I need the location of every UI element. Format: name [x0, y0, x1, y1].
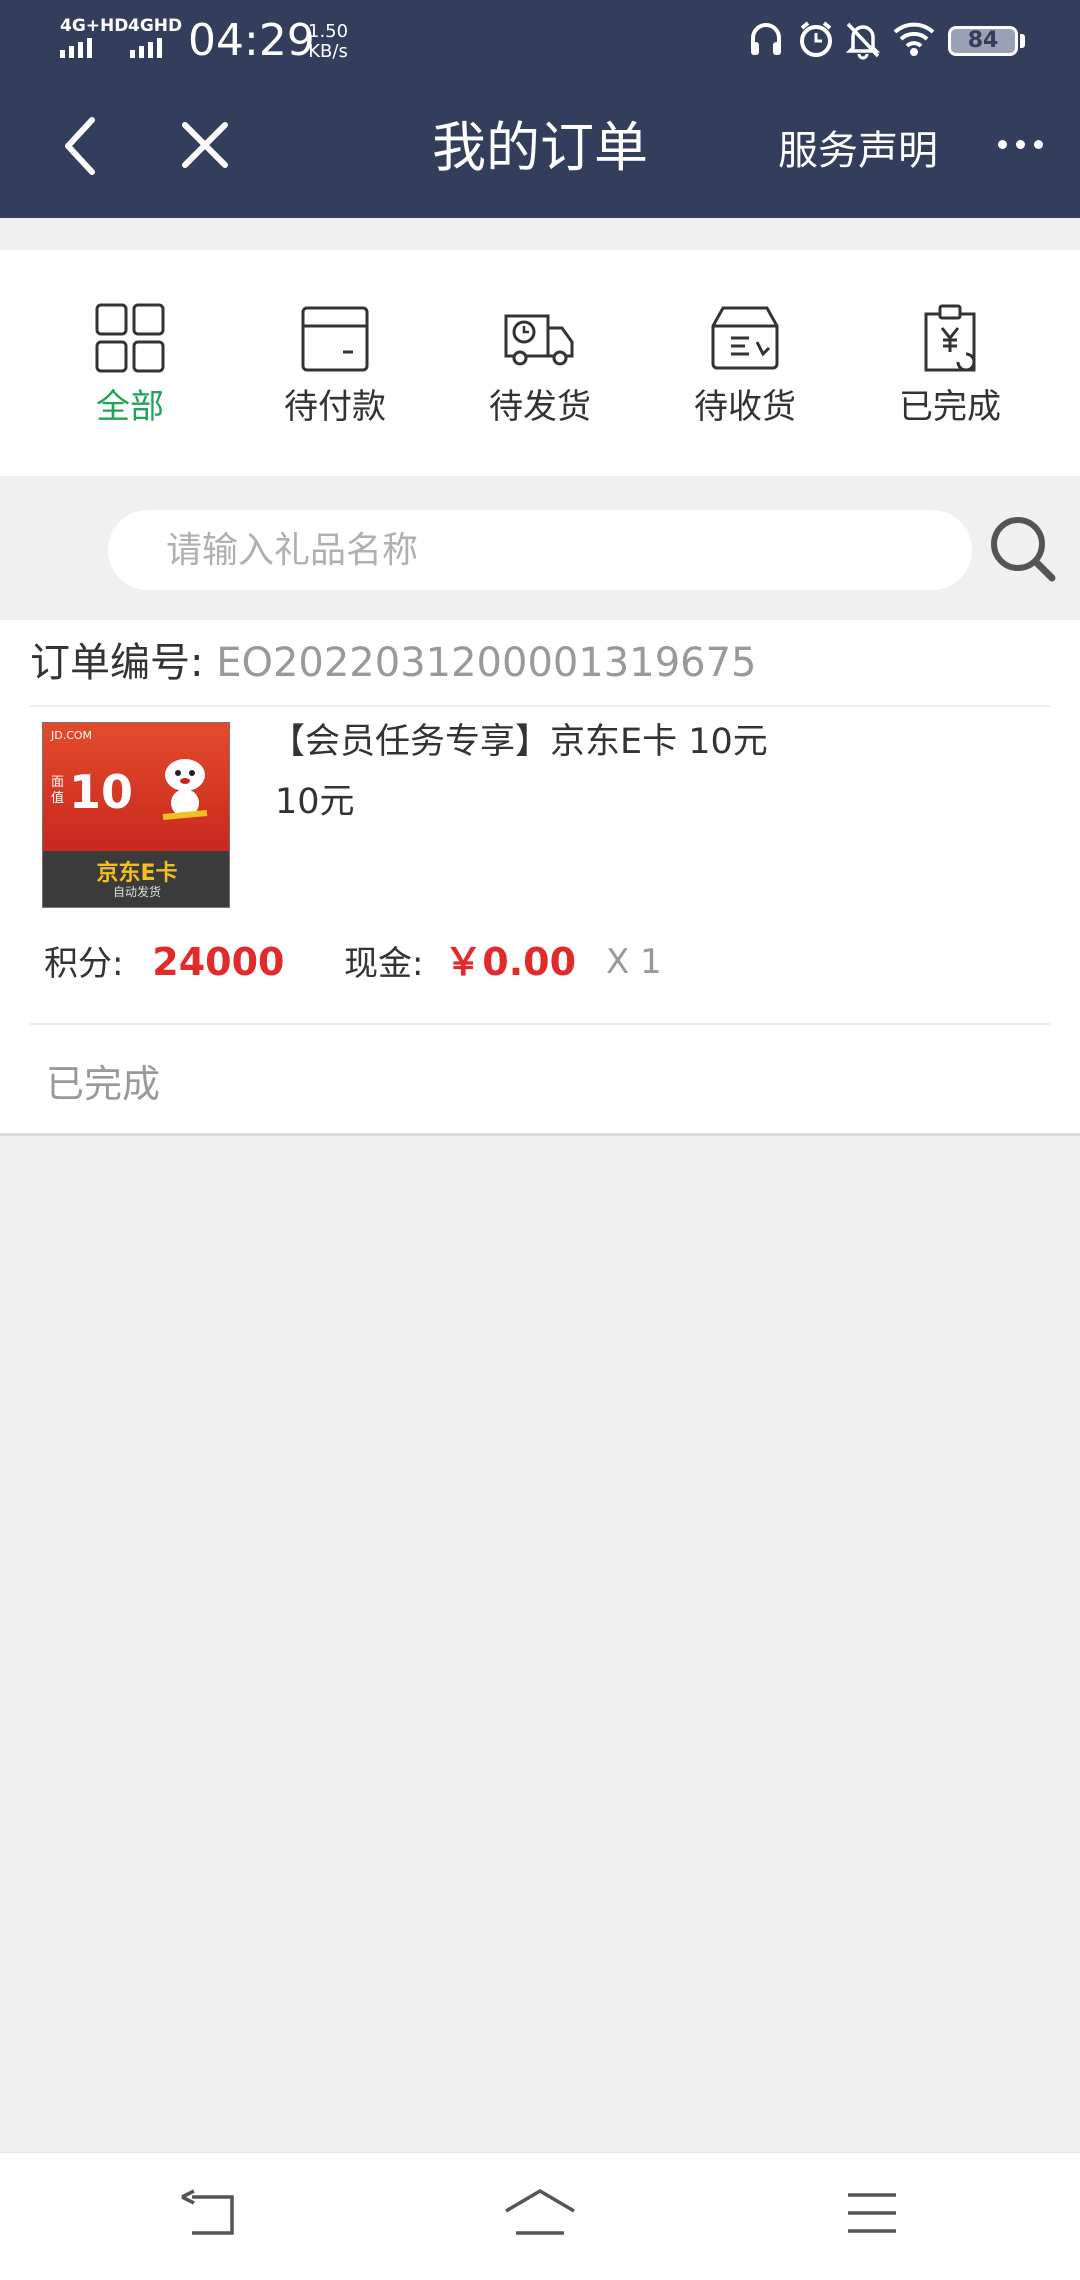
tab-pending-shipment-label: 待发货: [489, 387, 591, 427]
points: 积分: 24000: [44, 940, 284, 986]
network-label-1: 4G+HD: [60, 16, 129, 36]
speed-unit: KB/s: [308, 41, 348, 62]
product-image-side-text: 面值: [51, 775, 65, 806]
jd-logo-icon: JD.COM: [51, 729, 93, 742]
product-title[interactable]: 【会员任务专享】京东E卡 10元: [270, 720, 768, 764]
search-input[interactable]: [108, 510, 972, 590]
tab-pending-receipt[interactable]: 待收货: [670, 302, 820, 428]
delivery-truck-icon: [504, 314, 574, 366]
tab-pending-payment-label: 待付款: [284, 387, 386, 427]
order-number-value: EO20220312000013196​75: [216, 640, 757, 686]
wallet-icon: [301, 306, 369, 372]
order-number-label: 订单编号:: [30, 640, 204, 686]
grid-icon: [95, 303, 165, 373]
order-status-tabs: 全部 待付款 待发货 待收货 已完成: [0, 250, 1080, 476]
headphones-icon: [751, 23, 781, 55]
quantity: X 1: [606, 942, 662, 982]
cash-label: 现金:: [344, 944, 424, 984]
tab-pending-payment[interactable]: 待付款: [260, 302, 410, 428]
back-nav-icon[interactable]: [178, 2189, 238, 2239]
nav-bar: 我的订单 服务声明: [0, 96, 1080, 206]
cash-value: ￥0.00: [444, 940, 577, 984]
battery-icon: 84: [948, 26, 1018, 56]
product-image-denomination: 10: [69, 765, 134, 819]
clock: 04:29: [188, 15, 315, 66]
home-nav-icon[interactable]: [504, 2189, 576, 2239]
mute-bell-icon: [845, 22, 881, 60]
network-label-2: 4GHD: [128, 16, 183, 36]
product-image-subtitle: 自动发货: [112, 885, 161, 899]
header: 4G+HD 4GHD 04:29 1.50 KB/s 84 我的订单 服务声明: [0, 0, 1080, 218]
tab-all[interactable]: 全部: [55, 302, 205, 428]
order-status: 已完成: [46, 1062, 161, 1106]
menu-nav-icon[interactable]: [846, 2189, 898, 2239]
product-price: 10元: [275, 782, 355, 822]
search-icon[interactable]: [988, 514, 1058, 584]
tab-completed[interactable]: 已完成: [875, 302, 1025, 428]
order-card[interactable]: 订单编号: EO20220312000013196​75 JD.COM 面值 1…: [0, 620, 1080, 1136]
battery-tip: [1020, 34, 1025, 48]
order-number: 订单编号: EO20220312000013196​75: [30, 638, 757, 688]
divider: [30, 705, 1050, 707]
signal-bars-2-icon: [130, 38, 162, 58]
cash: 现金: ￥0.00: [344, 940, 576, 986]
network-speed: 1.50 KB/s: [308, 22, 348, 62]
service-statement-link[interactable]: 服务声明: [778, 126, 938, 176]
jd-mascot-icon: [162, 759, 208, 820]
wifi-icon: [893, 22, 935, 56]
search-bar: [0, 476, 1080, 620]
clipboard-yen-icon: [924, 304, 976, 372]
tab-all-label: 全部: [96, 387, 164, 427]
more-icon[interactable]: [998, 140, 1043, 149]
package-box-icon: [711, 306, 779, 370]
speed-value: 1.50: [308, 21, 349, 42]
status-bar: 4G+HD 4GHD 04:29 1.50 KB/s 84: [0, 0, 1080, 80]
tab-pending-receipt-label: 待收货: [694, 387, 796, 427]
product-image[interactable]: JD.COM 面值 10 京东E卡 自动发货: [42, 722, 230, 908]
tab-pending-shipment[interactable]: 待发货: [465, 302, 615, 428]
divider: [30, 1023, 1050, 1025]
signal-bars-1-icon: [60, 38, 92, 58]
points-value: 24000: [152, 940, 285, 984]
tab-completed-label: 已完成: [899, 387, 1001, 427]
system-nav-bar: [0, 2152, 1080, 2280]
points-label: 积分:: [44, 944, 124, 984]
alarm-icon: [800, 21, 832, 57]
